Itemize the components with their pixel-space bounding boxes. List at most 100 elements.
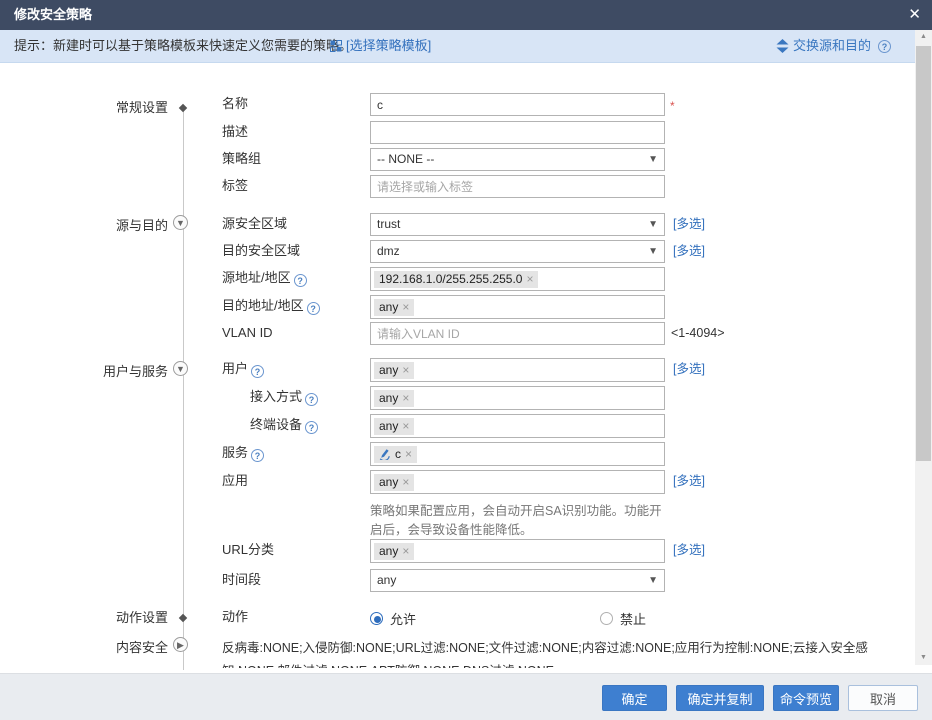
src-addr-tag: 192.168.1.0/255.255.255.0×: [374, 271, 538, 288]
terminal-device-tag: any×: [374, 418, 414, 435]
template-icon: [330, 40, 342, 52]
policy-group-select[interactable]: -- NONE -- ▼: [370, 148, 665, 171]
content-security-summary: 反病毒:NONE;入侵防御:NONE;URL过滤:NONE;文件过滤:NONE;…: [222, 637, 874, 668]
deny-radio[interactable]: [600, 612, 613, 625]
allow-radio[interactable]: [370, 612, 383, 625]
user-help-icon[interactable]: ?: [251, 365, 264, 378]
user-multi-select-link[interactable]: [多选]: [673, 358, 705, 381]
section-user-service-toggle-icon[interactable]: ▼: [173, 361, 188, 376]
cancel-button[interactable]: 取消: [848, 685, 918, 711]
access-method-input[interactable]: any×: [370, 386, 665, 410]
time-range-label: 时间段: [222, 569, 261, 591]
dialog-title: 修改安全策略: [14, 0, 92, 30]
section-action-marker: [179, 614, 187, 622]
description-label: 描述: [222, 121, 248, 143]
url-category-input[interactable]: any×: [370, 539, 665, 563]
src-addr-input[interactable]: 192.168.1.0/255.255.255.0×: [370, 267, 665, 291]
service-help-icon[interactable]: ?: [251, 449, 264, 462]
remove-tag-icon[interactable]: ×: [526, 273, 533, 285]
chevron-down-icon: ▼: [648, 241, 658, 262]
hint-bar: 提示：新建时可以基于策略模板来快速定义您需要的策略。 [选择策略模板] 交换源和…: [0, 30, 915, 63]
user-label: 用户?: [222, 358, 264, 380]
section-general: 常规设置: [40, 99, 168, 117]
application-input[interactable]: any×: [370, 470, 665, 494]
hint-text: 提示：新建时可以基于策略模板来快速定义您需要的策略。: [14, 30, 352, 62]
swap-source-destination-label: 交换源和目的: [793, 30, 871, 62]
tag-label: 标签: [222, 175, 248, 197]
required-asterisk: *: [670, 95, 675, 118]
src-addr-help-icon[interactable]: ?: [294, 274, 307, 287]
application-multi-select-link[interactable]: [多选]: [673, 470, 705, 493]
vlan-input[interactable]: [370, 322, 665, 345]
section-source-dest-toggle-icon[interactable]: ▼: [173, 215, 188, 230]
remove-tag-icon[interactable]: ×: [402, 476, 409, 488]
allow-radio-label[interactable]: 允许: [390, 609, 416, 628]
section-source-dest: 源与目的: [40, 217, 168, 235]
vertical-scrollbar[interactable]: ▲ ▼: [915, 30, 932, 665]
action-radio-group: 允许 禁止: [370, 609, 646, 628]
name-label: 名称: [222, 93, 248, 115]
src-zone-select[interactable]: trust ▼: [370, 213, 665, 236]
name-input[interactable]: [370, 93, 665, 116]
section-general-marker: [179, 104, 187, 112]
ok-button[interactable]: 确定: [602, 685, 667, 711]
section-action: 动作设置: [40, 609, 168, 627]
remove-tag-icon[interactable]: ×: [402, 392, 409, 404]
swap-icon: [776, 39, 789, 53]
user-tag: any×: [374, 362, 414, 379]
user-input[interactable]: any×: [370, 358, 665, 382]
scrollbar-thumb[interactable]: [916, 46, 931, 461]
access-method-help-icon[interactable]: ?: [305, 393, 318, 406]
choose-policy-template-label: [选择策略模板]: [346, 30, 431, 62]
dialog-titlebar: 修改安全策略 ✕: [0, 0, 932, 30]
service-tag: c ×: [374, 446, 417, 463]
edit-security-policy-dialog: 修改安全策略 ✕ 提示：新建时可以基于策略模板来快速定义您需要的策略。 [选择策…: [0, 0, 932, 720]
command-preview-button[interactable]: 命令预览: [773, 685, 839, 711]
url-category-multi-select-link[interactable]: [多选]: [673, 539, 705, 562]
dialog-footer: 确定 确定并复制 命令预览 取消: [0, 673, 932, 720]
close-icon[interactable]: ✕: [908, 0, 921, 30]
scroll-up-icon[interactable]: ▲: [915, 30, 932, 44]
custom-service-icon: [379, 448, 391, 460]
scroll-down-icon[interactable]: ▼: [915, 651, 932, 665]
section-content-security: 内容安全: [40, 639, 168, 657]
url-category-tag: any×: [374, 543, 414, 560]
swap-source-destination-link[interactable]: 交换源和目的 ?: [776, 30, 891, 62]
choose-policy-template-link[interactable]: [选择策略模板]: [330, 30, 431, 62]
application-tag: any×: [374, 474, 414, 491]
time-range-select[interactable]: any ▼: [370, 569, 665, 592]
dst-addr-tag: any×: [374, 299, 414, 316]
service-input[interactable]: c ×: [370, 442, 665, 466]
remove-tag-icon[interactable]: ×: [402, 420, 409, 432]
action-label: 动作: [222, 606, 248, 628]
access-method-label: 接入方式?: [250, 386, 318, 408]
vlan-label: VLAN ID: [222, 322, 273, 344]
tag-input[interactable]: [370, 175, 665, 198]
chevron-down-icon: ▼: [648, 214, 658, 235]
src-zone-multi-select-link[interactable]: [多选]: [673, 213, 705, 236]
chevron-down-icon: ▼: [648, 570, 658, 591]
swap-help-icon[interactable]: ?: [878, 40, 891, 53]
access-method-tag: any×: [374, 390, 414, 407]
remove-tag-icon[interactable]: ×: [405, 448, 412, 460]
dst-addr-input[interactable]: any×: [370, 295, 665, 319]
application-note: 策略如果配置应用，会自动开启SA识别功能。功能开启后，会导致设备性能降低。: [370, 502, 674, 540]
dst-zone-select[interactable]: dmz ▼: [370, 240, 665, 263]
policy-group-value: -- NONE --: [377, 149, 434, 170]
description-input[interactable]: [370, 121, 665, 144]
dst-addr-help-icon[interactable]: ?: [307, 302, 320, 315]
dst-addr-label: 目的地址/地区?: [222, 295, 320, 317]
chevron-down-icon: ▼: [648, 149, 658, 170]
ok-and-copy-button[interactable]: 确定并复制: [676, 685, 764, 711]
section-content-security-toggle-icon[interactable]: ▶: [173, 637, 188, 652]
src-zone-value: trust: [377, 214, 400, 235]
remove-tag-icon[interactable]: ×: [402, 301, 409, 313]
terminal-device-help-icon[interactable]: ?: [305, 421, 318, 434]
terminal-device-input[interactable]: any×: [370, 414, 665, 438]
remove-tag-icon[interactable]: ×: [402, 545, 409, 557]
remove-tag-icon[interactable]: ×: [402, 364, 409, 376]
service-label: 服务?: [222, 442, 264, 464]
src-addr-label: 源地址/地区?: [222, 267, 307, 289]
deny-radio-label[interactable]: 禁止: [620, 609, 646, 628]
dst-zone-multi-select-link[interactable]: [多选]: [673, 240, 705, 263]
